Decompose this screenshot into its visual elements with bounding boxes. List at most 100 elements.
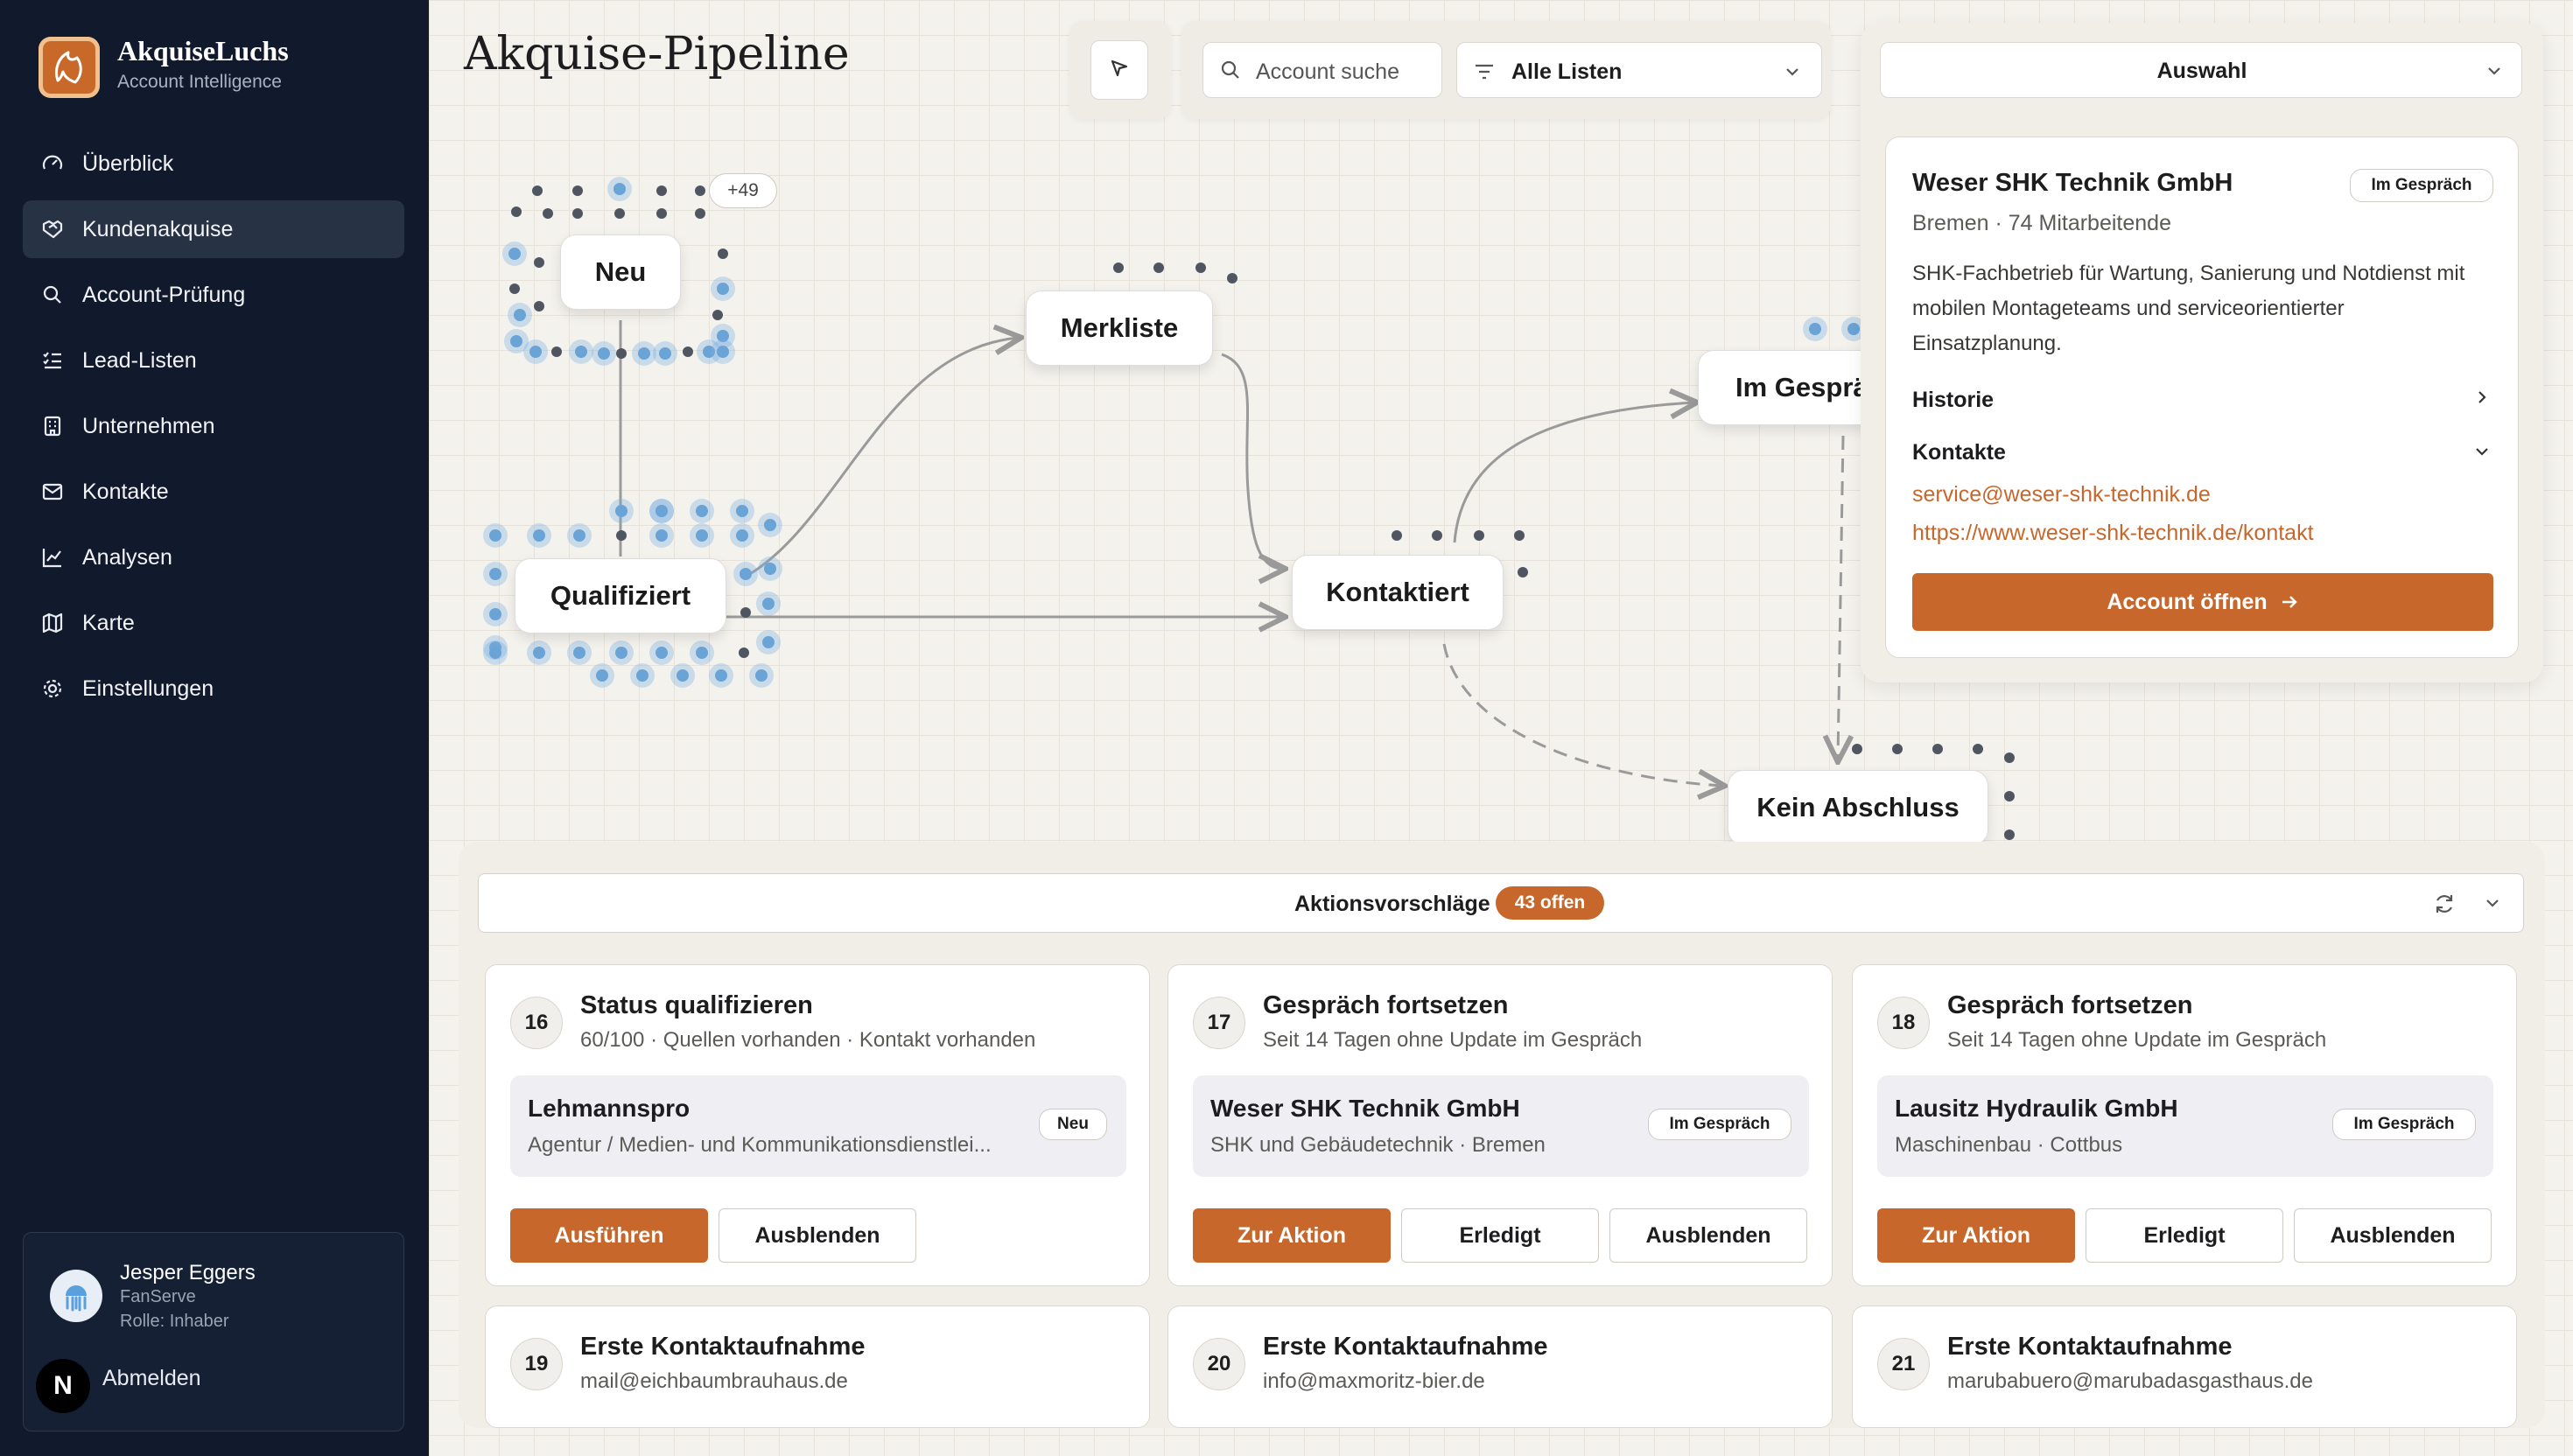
account-dot[interactable]: [534, 257, 544, 268]
account-dot[interactable]: [489, 647, 501, 659]
account-dot[interactable]: [718, 248, 728, 259]
account-dot[interactable]: [764, 519, 776, 531]
account-dot[interactable]: [489, 608, 501, 620]
account-dot[interactable]: [575, 346, 587, 358]
account-dot[interactable]: [573, 647, 585, 659]
actions-header[interactable]: Aktionsvorschläge 43 offen: [478, 873, 2524, 933]
account-dot[interactable]: [659, 347, 671, 360]
account-dot[interactable]: [656, 647, 668, 659]
account-dot[interactable]: [615, 505, 627, 517]
account-dot[interactable]: [1973, 744, 1983, 754]
account-dot[interactable]: [1514, 530, 1525, 541]
account-dot[interactable]: [696, 647, 708, 659]
account-dot[interactable]: [695, 208, 705, 219]
action-company[interactable]: Weser SHK Technik GmbH SHK und Gebäudete…: [1193, 1075, 1809, 1177]
action-company[interactable]: Lausitz Hydraulik GmbH Maschinenbau · Co…: [1877, 1075, 2493, 1177]
account-dot[interactable]: [717, 346, 729, 358]
account-dot[interactable]: [533, 529, 545, 542]
account-dot[interactable]: [1227, 273, 1237, 284]
account-dot[interactable]: [656, 505, 668, 517]
account-dot[interactable]: [703, 346, 715, 358]
done-button[interactable]: Erledigt: [2086, 1208, 2283, 1263]
account-dot[interactable]: [596, 669, 608, 682]
account-dot[interactable]: [2004, 752, 2015, 763]
node-qualifiziert[interactable]: Qualifiziert: [515, 558, 726, 634]
refresh-icon[interactable]: [2432, 892, 2457, 920]
selection-dropdown[interactable]: Auswahl: [1880, 42, 2522, 98]
account-dot[interactable]: [532, 186, 543, 196]
account-dot[interactable]: [656, 529, 668, 542]
go-to-action-button[interactable]: Zur Aktion: [1877, 1208, 2075, 1263]
contacts-section[interactable]: Kontakte: [1912, 440, 2006, 466]
contact-email-link[interactable]: service@weser-shk-technik.de: [1912, 482, 2211, 508]
account-dot[interactable]: [762, 598, 775, 610]
account-dot[interactable]: [656, 208, 667, 219]
account-dot[interactable]: [739, 648, 749, 658]
account-dot[interactable]: [740, 568, 752, 580]
account-dot[interactable]: [1113, 262, 1124, 273]
account-dot[interactable]: [616, 530, 627, 541]
account-dot[interactable]: [677, 669, 689, 682]
logout-button[interactable]: Abmelden: [102, 1366, 201, 1391]
account-dot[interactable]: [1474, 530, 1484, 541]
account-dot[interactable]: [533, 647, 545, 659]
account-dot[interactable]: [740, 607, 751, 618]
node-neu[interactable]: Neu: [560, 234, 681, 310]
account-dot[interactable]: [1195, 262, 1206, 273]
account-dot[interactable]: [1932, 744, 1943, 754]
account-dot[interactable]: [510, 335, 522, 347]
chevron-right-icon[interactable]: [2472, 388, 2492, 411]
account-dot[interactable]: [683, 346, 693, 357]
account-dot[interactable]: [489, 529, 501, 542]
contact-url-link[interactable]: https://www.weser-shk-technik.de/kontakt: [1912, 521, 2314, 546]
account-dot[interactable]: [696, 529, 708, 542]
account-dot[interactable]: [715, 669, 727, 682]
account-dot[interactable]: [1518, 567, 1528, 578]
account-dot[interactable]: [736, 529, 748, 542]
node-merkliste[interactable]: Merkliste: [1026, 290, 1213, 366]
account-dot[interactable]: [529, 346, 542, 358]
account-dot[interactable]: [712, 310, 723, 320]
account-dot[interactable]: [736, 505, 748, 517]
account-dot[interactable]: [514, 309, 526, 321]
account-dot[interactable]: [2004, 830, 2015, 840]
account-dot[interactable]: [1153, 262, 1164, 273]
account-dot[interactable]: [616, 348, 627, 359]
hide-button[interactable]: Ausblenden: [1609, 1208, 1807, 1263]
account-dot[interactable]: [573, 529, 585, 542]
account-dot[interactable]: [509, 284, 520, 294]
account-dot[interactable]: [511, 206, 522, 217]
account-dot[interactable]: [717, 330, 729, 342]
account-dot[interactable]: [508, 248, 521, 260]
account-dot[interactable]: [1892, 744, 1903, 754]
history-section[interactable]: Historie: [1912, 388, 1994, 413]
account-dot[interactable]: [598, 347, 610, 360]
hide-button[interactable]: Ausblenden: [719, 1208, 916, 1263]
chevron-down-icon[interactable]: [2472, 442, 2492, 466]
hide-button[interactable]: Ausblenden: [2294, 1208, 2492, 1263]
account-dot[interactable]: [755, 669, 768, 682]
node-kein-abschluss[interactable]: Kein Abschluss: [1728, 770, 1988, 845]
account-dot[interactable]: [614, 208, 625, 219]
account-dot[interactable]: [572, 208, 583, 219]
account-dot[interactable]: [551, 346, 562, 357]
account-dot[interactable]: [489, 568, 501, 580]
account-dot[interactable]: [534, 301, 544, 312]
execute-button[interactable]: Ausführen: [510, 1208, 708, 1263]
account-dot[interactable]: [1392, 530, 1402, 541]
account-dot[interactable]: [764, 563, 776, 575]
account-dot[interactable]: [543, 208, 553, 219]
go-to-action-button[interactable]: Zur Aktion: [1193, 1208, 1391, 1263]
account-dot[interactable]: [1809, 323, 1821, 335]
account-dot[interactable]: [696, 505, 708, 517]
account-dot[interactable]: [762, 636, 775, 648]
account-dot[interactable]: [1852, 744, 1862, 754]
account-dot[interactable]: [2004, 791, 2015, 802]
account-dot[interactable]: [572, 186, 583, 196]
chevron-down-icon[interactable]: [2483, 893, 2502, 917]
account-dot[interactable]: [1847, 323, 1860, 335]
open-account-button[interactable]: Account öffnen: [1912, 573, 2493, 631]
done-button[interactable]: Erledigt: [1401, 1208, 1599, 1263]
account-dot[interactable]: [615, 647, 627, 659]
account-dot[interactable]: [695, 186, 705, 196]
